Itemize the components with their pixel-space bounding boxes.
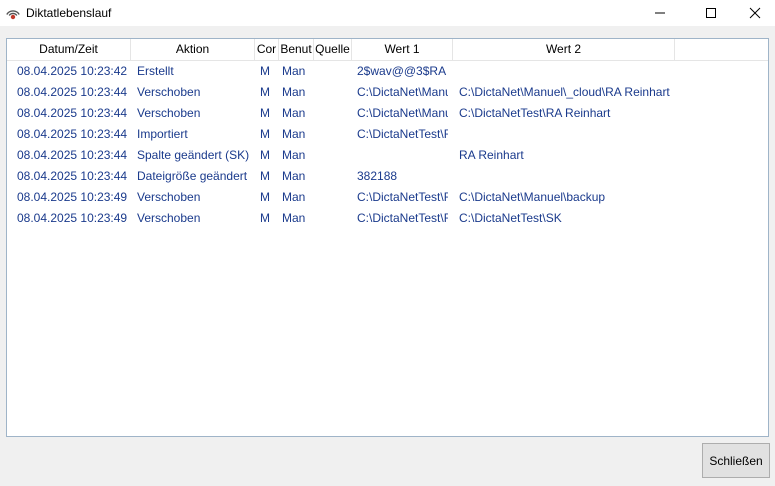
cell-value1: C:\DictaNet\Manuel [357, 106, 448, 120]
cell-datetime: 08.04.2025 10:23:42 [17, 64, 128, 78]
table-row[interactable]: 08.04.2025 10:23:44 Dateigröße geändert … [7, 166, 768, 187]
close-window-button[interactable] [732, 0, 775, 26]
cell-datetime: 08.04.2025 10:23:44 [17, 85, 128, 99]
cell-datetime: 08.04.2025 10:23:49 [17, 190, 128, 204]
cell-value1: C:\DictaNetTest\RA [357, 211, 448, 225]
cell-action: Importiert [137, 127, 188, 141]
close-button[interactable]: Schließen [702, 443, 770, 478]
cell-user: Man [282, 64, 306, 78]
cell-cor: M [260, 169, 270, 183]
column-header-action[interactable]: Aktion [131, 39, 255, 60]
column-header-datetime[interactable]: Datum/Zeit [7, 39, 131, 60]
cell-cor: M [260, 85, 270, 99]
cell-value1: 382188 [357, 169, 398, 183]
cell-action: Verschoben [137, 106, 201, 120]
cell-datetime: 08.04.2025 10:23:49 [17, 211, 128, 225]
cell-user: Man [282, 127, 306, 141]
cell-value2 [453, 61, 675, 82]
table-row[interactable]: 08.04.2025 10:23:44 Importiert M Man C:\… [7, 124, 768, 145]
cell-value2: C:\DictaNet\Manuel\_cloud\RA Reinhart [459, 85, 670, 99]
cell-value2: RA Reinhart [459, 148, 524, 162]
cell-user: Man [282, 85, 306, 99]
signal-wave-icon [6, 10, 20, 20]
cell-cor: M [260, 106, 270, 120]
cell-cor: M [260, 148, 270, 162]
cell-action: Spalte geändert (SK) [137, 148, 250, 162]
column-header-filler [675, 39, 768, 60]
cell-datetime: 08.04.2025 10:23:44 [17, 106, 128, 120]
table-row[interactable]: 08.04.2025 10:23:44 Verschoben M Man C:\… [7, 82, 768, 103]
cell-user: Man [282, 148, 306, 162]
cell-value1: C:\DictaNet\Manuel [357, 85, 448, 99]
cell-action: Verschoben [137, 190, 201, 204]
cell-user: Man [282, 169, 306, 183]
cell-action: Erstellt [137, 64, 174, 78]
cell-datetime: 08.04.2025 10:23:44 [17, 127, 128, 141]
table-row[interactable]: 08.04.2025 10:23:49 Verschoben M Man C:\… [7, 208, 768, 229]
column-header-value2[interactable]: Wert 2 [453, 39, 675, 60]
column-header-source[interactable]: Quelle [314, 39, 352, 60]
cell-source [314, 145, 352, 166]
column-header-cor[interactable]: Cor [255, 39, 279, 60]
cell-value2 [453, 124, 675, 145]
column-header-user[interactable]: Benut [279, 39, 314, 60]
minimize-button[interactable] [637, 0, 683, 26]
cell-value2: C:\DictaNet\Manuel\backup [459, 190, 606, 204]
close-icon [749, 7, 761, 19]
cell-source [314, 124, 352, 145]
cell-action: Verschoben [137, 211, 201, 225]
cell-action: Dateigröße geändert [137, 169, 248, 183]
title-bar: Diktatlebenslauf [0, 0, 775, 26]
cell-cor: M [260, 64, 270, 78]
cell-datetime: 08.04.2025 10:23:44 [17, 148, 128, 162]
cell-user: Man [282, 211, 306, 225]
minimize-icon [655, 12, 665, 14]
table-row[interactable]: 08.04.2025 10:23:44 Spalte geändert (SK)… [7, 145, 768, 166]
table-row[interactable]: 08.04.2025 10:23:42 Erstellt M Man 2$wav… [7, 61, 768, 82]
column-header-row: Datum/Zeit Aktion Cor Benut Quelle Wert … [7, 39, 768, 61]
cell-source [314, 103, 352, 124]
cell-user: Man [282, 190, 306, 204]
maximize-button[interactable] [688, 0, 734, 26]
cell-value1: C:\DictaNetTest\RA [357, 190, 448, 204]
table-row[interactable]: 08.04.2025 10:23:49 Verschoben M Man C:\… [7, 187, 768, 208]
cell-cor: M [260, 211, 270, 225]
cell-cor: M [260, 190, 270, 204]
cell-cor: M [260, 127, 270, 141]
cell-source [314, 61, 352, 82]
cell-value2: C:\DictaNetTest\RA Reinhart [459, 106, 611, 120]
maximize-icon [706, 8, 716, 18]
history-list[interactable]: Datum/Zeit Aktion Cor Benut Quelle Wert … [6, 38, 769, 437]
cell-value1: C:\DictaNetTest\RA [357, 127, 448, 141]
cell-source [314, 82, 352, 103]
cell-value1: 2$wav@@3$RA Reinhart [357, 64, 448, 78]
table-row[interactable]: 08.04.2025 10:23:44 Verschoben M Man C:\… [7, 103, 768, 124]
cell-source [314, 166, 352, 187]
cell-datetime: 08.04.2025 10:23:44 [17, 169, 128, 183]
cell-source [314, 208, 352, 229]
window-title: Diktatlebenslauf [26, 6, 112, 20]
cell-value2: C:\DictaNetTest\SK [459, 211, 562, 225]
column-header-value1[interactable]: Wert 1 [352, 39, 453, 60]
cell-source [314, 187, 352, 208]
cell-action: Verschoben [137, 85, 201, 99]
cell-value2 [453, 166, 675, 187]
cell-value1 [352, 145, 448, 166]
cell-user: Man [282, 106, 306, 120]
